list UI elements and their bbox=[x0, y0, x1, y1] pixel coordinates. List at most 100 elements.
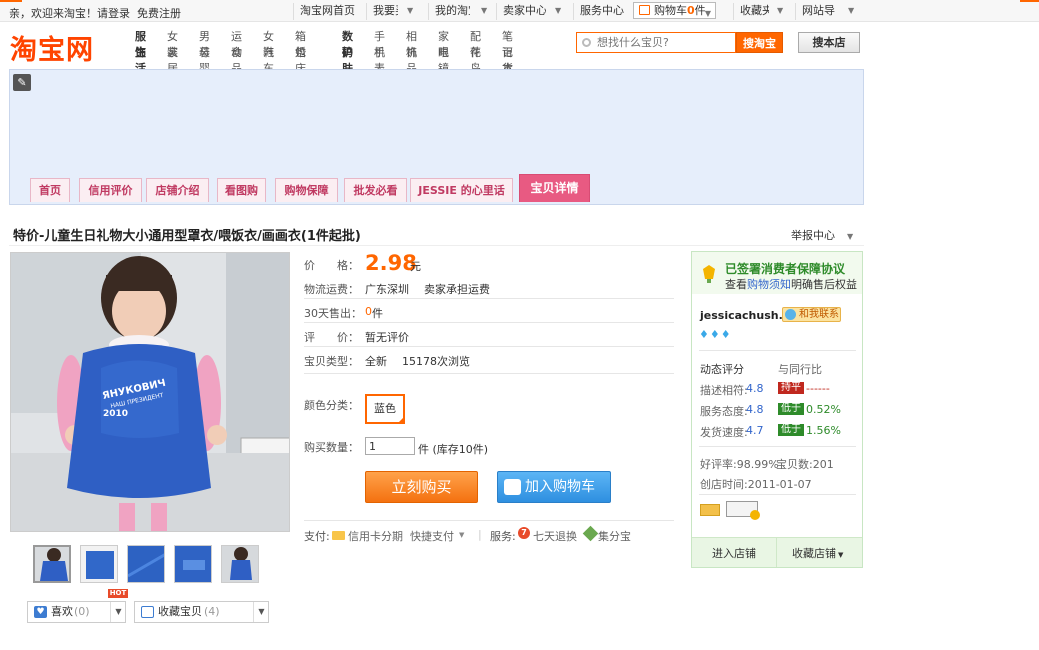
quick-pay-link[interactable]: 快捷支付 bbox=[410, 528, 454, 544]
protocol-sub-b: 明确售后权益 bbox=[791, 278, 857, 291]
shipping-label: 物流运费： bbox=[304, 283, 359, 296]
seller-center-menu[interactable]: 卖家中心 bbox=[496, 3, 546, 20]
good-rate: 好评率:98.99% bbox=[700, 458, 779, 471]
favorite-item-button[interactable]: 收藏宝贝 (4) ▼ bbox=[134, 601, 269, 623]
thumbnail[interactable] bbox=[174, 545, 212, 583]
site-nav-menu[interactable]: 网站导航 bbox=[795, 3, 835, 20]
color-option-label: 蓝色 bbox=[374, 402, 396, 415]
like-label: 喜欢 bbox=[51, 605, 73, 618]
service-center-link[interactable]: 服务中心 bbox=[573, 3, 628, 20]
search-input[interactable] bbox=[597, 33, 737, 52]
thumbnail-image bbox=[128, 546, 164, 582]
purchase-notice-link[interactable]: 购物须知 bbox=[747, 278, 791, 291]
thumbnail[interactable] bbox=[33, 545, 71, 583]
search-store-button[interactable]: 搜本店 bbox=[798, 32, 860, 53]
item-title: 特价-儿童生日礼物大小通用型罩衣/喂饭衣/画画衣(1件起批) bbox=[13, 229, 361, 244]
chevron-down-icon: ▼ bbox=[777, 6, 784, 15]
price-unit: 元 bbox=[410, 260, 421, 273]
thumbnail[interactable] bbox=[221, 545, 259, 583]
sold-count: 0 bbox=[365, 305, 372, 318]
login-link[interactable]: 登录 bbox=[108, 5, 130, 21]
price-label: 价 格： bbox=[304, 259, 359, 272]
seller-name[interactable]: jessicachush... bbox=[700, 309, 791, 322]
protocol-sub-a: 查看 bbox=[725, 278, 747, 291]
thumbnail[interactable] bbox=[80, 545, 118, 583]
quantity-input[interactable] bbox=[365, 437, 415, 455]
taobao-logo[interactable]: 淘宝网 bbox=[10, 28, 94, 67]
divider bbox=[9, 245, 864, 246]
chevron-down-icon[interactable]: ▼ bbox=[459, 531, 464, 539]
favorites-menu[interactable]: 收藏夹 bbox=[733, 3, 769, 20]
divider bbox=[776, 537, 777, 567]
tab-store-intro[interactable]: 店铺介绍 bbox=[146, 178, 209, 202]
favorite-label: 收藏宝贝 bbox=[158, 605, 202, 618]
protocol-title: 已签署消费者保障协议 bbox=[725, 262, 846, 276]
store-nav: 首页 信用评价 店铺介绍 看图购 购物保障 批发必看 JESSIE 的心里话 宝… bbox=[9, 174, 864, 205]
tab-item-details[interactable]: 宝贝详情 bbox=[519, 174, 590, 202]
search-taobao-button[interactable]: 搜淘宝 bbox=[736, 32, 783, 53]
add-to-cart-button[interactable]: 加入购物车 bbox=[497, 471, 611, 503]
dsr-service-label: 服务态度: bbox=[700, 405, 748, 418]
cart-count: 0 bbox=[687, 4, 695, 17]
dsr-service-score: 4.8 bbox=[746, 403, 764, 416]
buy-now-button[interactable]: 立刻购买 bbox=[365, 471, 478, 503]
color-option-blue[interactable]: 蓝色 bbox=[365, 394, 405, 424]
protocol-subtext: 查看购物须知明确售后权益 bbox=[725, 276, 857, 292]
thumbnail-image bbox=[35, 547, 69, 581]
register-link[interactable]: 免费注册 bbox=[137, 5, 181, 21]
tab-credit[interactable]: 信用评价 bbox=[79, 178, 142, 202]
chevron-down-icon: ▼ bbox=[555, 6, 562, 15]
welcome-text: 亲，欢迎来淘宝！请 bbox=[9, 7, 108, 20]
chevron-down-icon: ▼ bbox=[847, 232, 854, 241]
thumbnail-image bbox=[175, 546, 211, 582]
favorite-store-label: 收藏店铺 bbox=[792, 547, 836, 560]
divider bbox=[699, 350, 856, 351]
thumbnail[interactable] bbox=[127, 545, 165, 583]
product-main-image[interactable]: ЯНУКОВИЧ НАШ ПРЕЗИДЕНТ 2010 bbox=[10, 252, 290, 532]
dsr-desc-badge: 持平 bbox=[778, 382, 804, 394]
dsr-desc-label: 描述相符: bbox=[700, 384, 748, 397]
search-box bbox=[576, 32, 737, 53]
separator: | bbox=[478, 528, 482, 541]
shipping-from: 广东深圳 bbox=[365, 283, 409, 296]
points-link[interactable]: 集分宝 bbox=[598, 528, 631, 544]
seven-day-return-icon: 7 bbox=[518, 527, 530, 539]
tab-wholesale[interactable]: 批发必看 bbox=[344, 178, 407, 202]
top-accent-line bbox=[0, 0, 22, 2]
add-to-cart-label: 加入购物车 bbox=[525, 479, 595, 495]
stock-text: 件 (库存10件) bbox=[418, 443, 489, 456]
tab-photo-shop[interactable]: 看图购 bbox=[217, 178, 266, 202]
divider bbox=[304, 346, 674, 347]
report-label: 举报中心 bbox=[791, 229, 835, 242]
divider bbox=[304, 298, 674, 299]
chevron-down-icon: ▼ bbox=[481, 6, 488, 15]
credit-installment-link[interactable]: 信用卡分期 bbox=[348, 528, 403, 544]
contact-label: 和我联系 bbox=[799, 309, 839, 320]
chevron-down-icon[interactable]: ▼ bbox=[110, 602, 126, 622]
cart-icon bbox=[639, 5, 650, 15]
my-taobao-menu[interactable]: 我的淘宝 bbox=[428, 3, 470, 20]
rating-label: 评 价： bbox=[304, 331, 359, 344]
like-button[interactable]: ♥ 喜欢 (0) ▼ bbox=[27, 601, 126, 623]
contact-seller-button[interactable]: 和我联系 bbox=[782, 307, 841, 322]
tab-jessie[interactable]: JESSIE 的心里话 bbox=[410, 178, 513, 202]
heart-icon: ♥ bbox=[34, 606, 47, 618]
top-accent-line bbox=[1020, 0, 1039, 2]
top-bar: 亲，欢迎来淘宝！请 登录 免费注册 淘宝网首页 我要买 ▼ 我的淘宝 ▼ 卖家中… bbox=[0, 0, 1039, 22]
buy-menu[interactable]: 我要买 bbox=[366, 3, 398, 20]
chat-icon bbox=[785, 309, 796, 320]
flash-plugin-icon[interactable]: ✎ bbox=[13, 74, 31, 91]
cart-button[interactable]: 购物车0件 ▼ bbox=[633, 2, 716, 19]
enter-store-button[interactable]: 进入店铺 bbox=[712, 545, 756, 561]
tab-home[interactable]: 首页 bbox=[30, 178, 70, 202]
chevron-down-icon[interactable]: ▼ bbox=[253, 602, 269, 622]
payment-badge-icon bbox=[700, 504, 720, 516]
apron-print-year: 2010 bbox=[103, 409, 128, 419]
taobao-home-link[interactable]: 淘宝网首页 bbox=[293, 3, 356, 20]
dsr-shipping-label: 发货速度: bbox=[700, 426, 748, 439]
report-center-link[interactable]: 举报中心 ▼ bbox=[791, 227, 853, 243]
favorite-store-button[interactable]: 收藏店铺 ▼ bbox=[792, 545, 843, 561]
seven-day-return-link[interactable]: 七天退换 bbox=[533, 528, 577, 544]
tab-guarantee[interactable]: 购物保障 bbox=[275, 178, 338, 202]
dsr-compare-label: 与同行比 bbox=[778, 363, 822, 376]
